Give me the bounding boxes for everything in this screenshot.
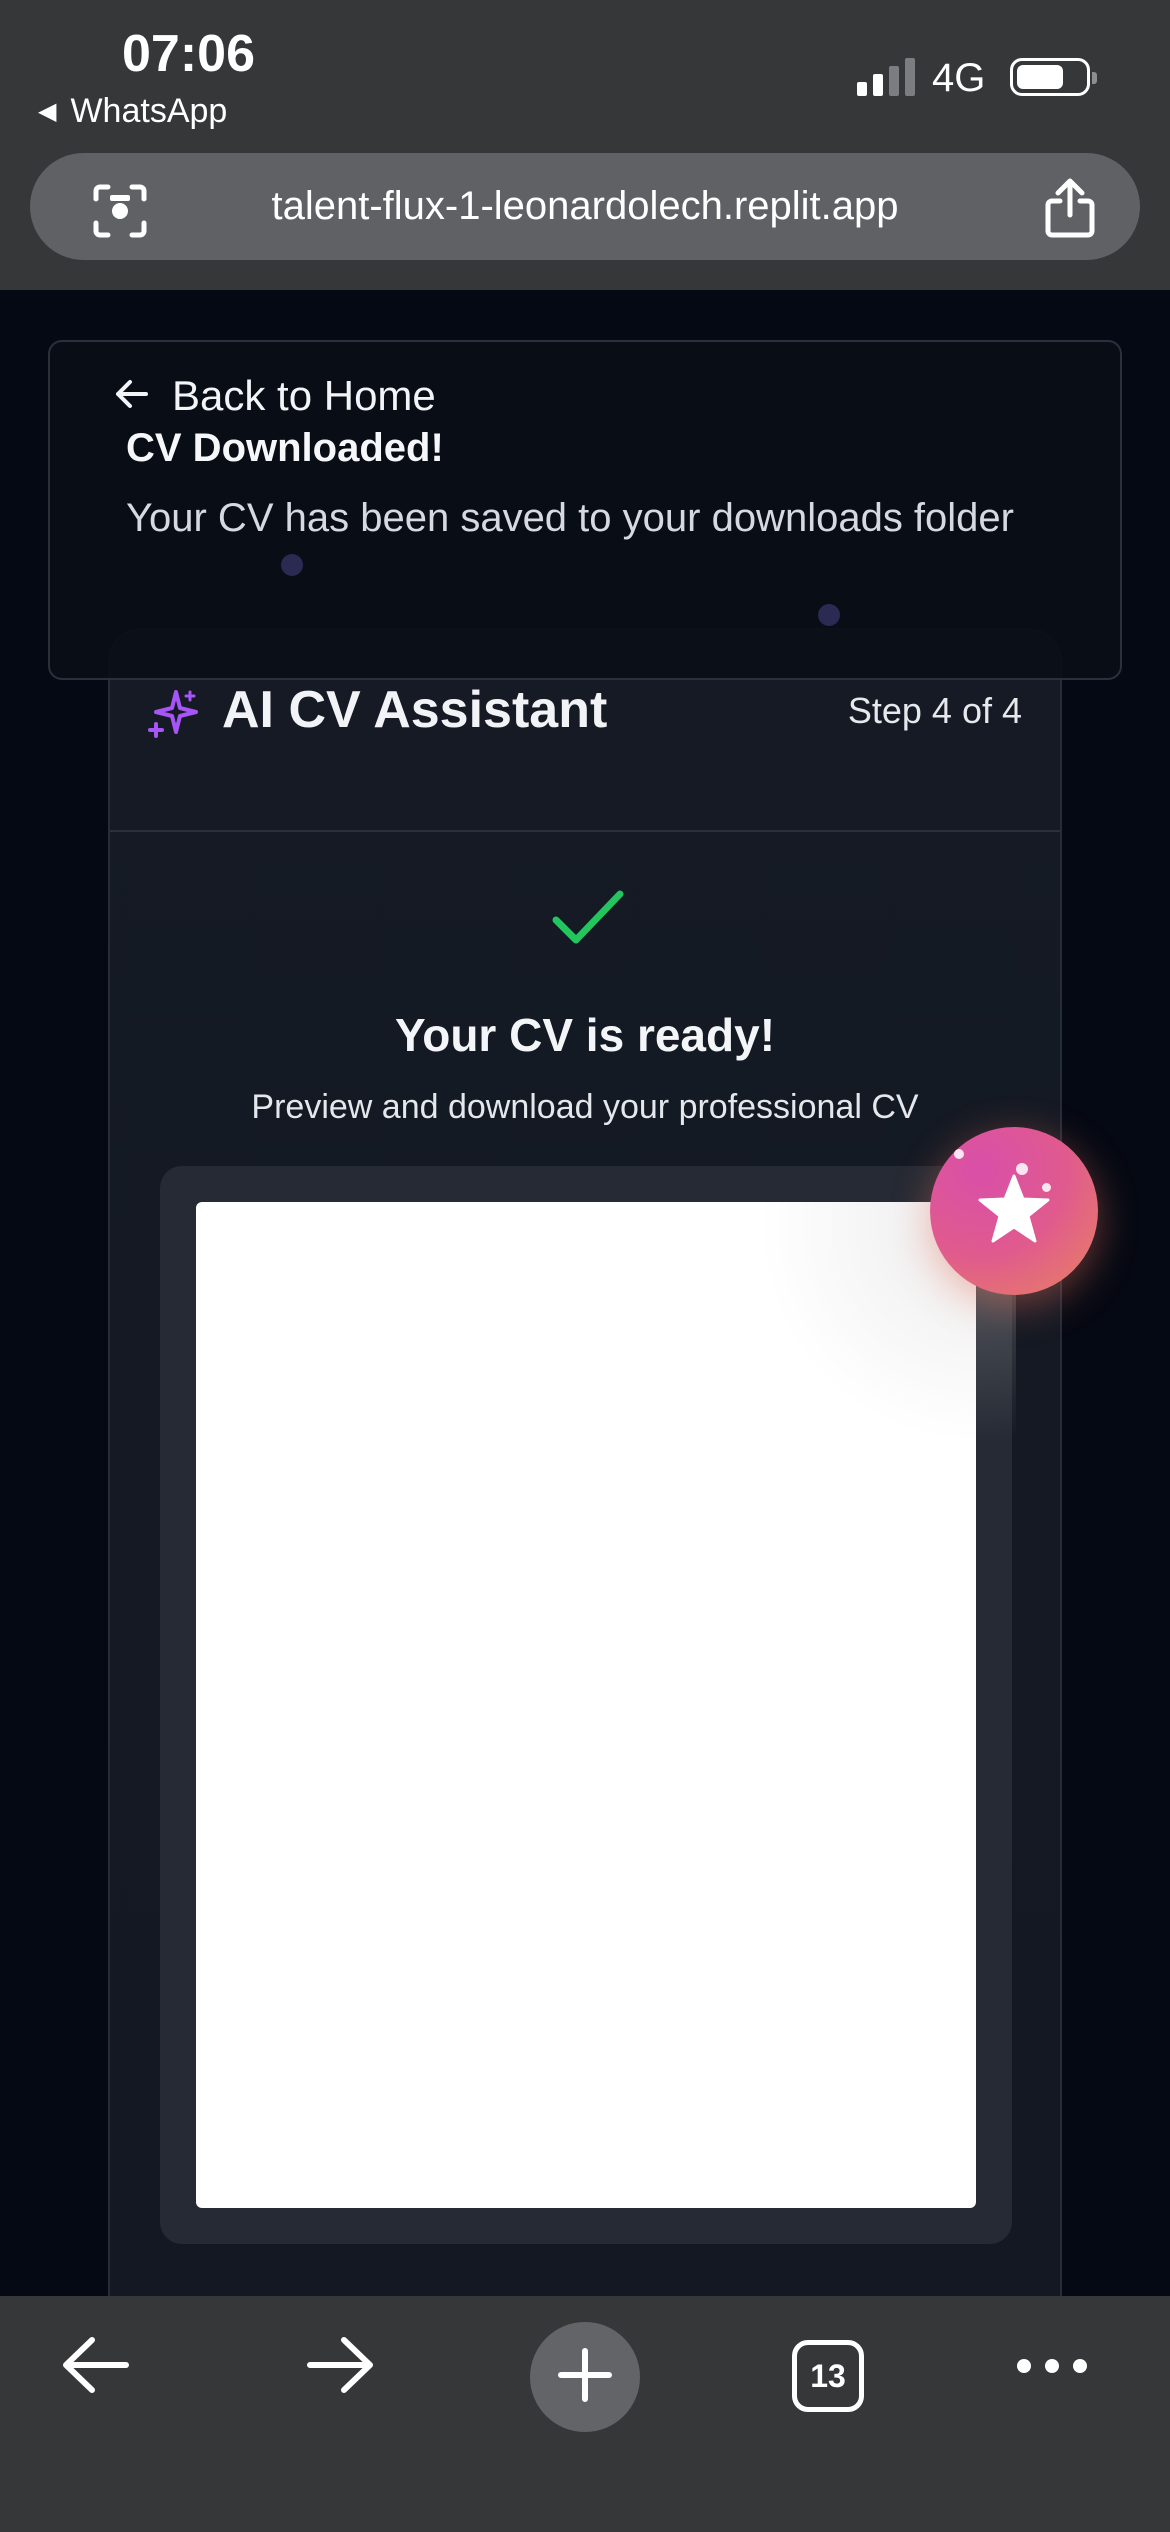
tabs-button[interactable]: 13 (792, 2340, 864, 2412)
back-app-label: WhatsApp (70, 92, 228, 130)
star-icon (976, 1172, 1052, 1251)
ready-heading: Your CV is ready! (394, 1009, 776, 1061)
share-icon[interactable] (1042, 177, 1098, 244)
address-bar[interactable]: talent-flux-1-leonardolech.replit.app (30, 153, 1140, 260)
toast-title: CV Downloaded! (126, 426, 444, 470)
back-to-home-link[interactable]: Back to Home (114, 372, 436, 420)
more-icon[interactable] (1016, 2358, 1088, 2379)
arrow-left-icon (114, 379, 150, 414)
decorative-dot (281, 554, 303, 576)
back-arrow-icon[interactable] (58, 2332, 132, 2403)
new-tab-button[interactable] (530, 2322, 640, 2432)
back-triangle-icon: ◀ (38, 98, 57, 125)
plus-icon (557, 2347, 613, 2408)
sparkles-icon (146, 688, 200, 747)
tab-count: 13 (810, 2357, 846, 2394)
back-to-app-link[interactable]: ◀ WhatsApp (38, 92, 227, 131)
battery-icon (1010, 58, 1097, 96)
card-title: AI CV Assistant (222, 681, 608, 739)
ai-assistant-fab[interactable] (930, 1127, 1098, 1295)
url-text: talent-flux-1-leonardolech.replit.app (271, 184, 899, 228)
browser-toolbar: 13 (0, 2296, 1170, 2532)
cv-preview-frame (160, 1166, 1016, 2244)
ai-cv-assistant-card: AI CV Assistant Step 4 of 4 Your CV is r… (108, 628, 1062, 2296)
ready-subtitle: Preview and download your professional C… (251, 1088, 919, 1126)
checkmark-icon (550, 888, 626, 953)
lens-scan-icon[interactable] (92, 183, 148, 244)
download-toast: Back to Home CV Downloaded! Your CV has … (48, 340, 1122, 680)
status-time: 07:06 (122, 25, 255, 83)
signal-icon (857, 58, 915, 96)
browser-top-bar: 07:06 ◀ WhatsApp 4G talent-flux-1-leonar… (0, 0, 1170, 290)
forward-arrow-icon[interactable] (304, 2332, 378, 2403)
back-to-home-label: Back to Home (172, 372, 436, 419)
decorative-dot (818, 604, 840, 626)
step-indicator: Step 4 of 4 (847, 690, 1022, 731)
page-content: AI CV Assistant Step 4 of 4 Your CV is r… (0, 290, 1170, 2296)
network-type: 4G (932, 56, 986, 100)
cv-preview[interactable] (196, 1202, 1016, 2208)
toast-message: Your CV has been saved to your downloads… (126, 496, 1014, 540)
